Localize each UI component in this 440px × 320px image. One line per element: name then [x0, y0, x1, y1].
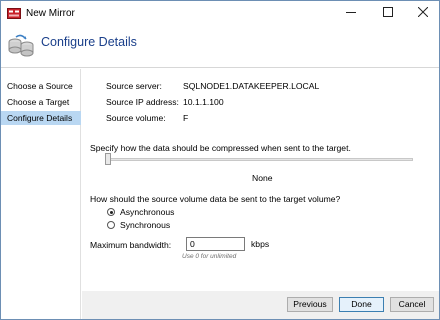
synchronous-label[interactable]: Synchronous — [120, 220, 170, 230]
compression-prompt: Specify how the data should be compresse… — [90, 143, 351, 153]
source-server-label: Source server: — [106, 81, 162, 91]
synchronous-radio[interactable] — [107, 221, 115, 229]
sidebar-item-choose-source[interactable]: Choose a Source — [1, 79, 81, 93]
compression-slider-track[interactable] — [106, 158, 413, 161]
source-volume-label: Source volume: — [106, 113, 166, 123]
app-icon — [7, 7, 21, 19]
max-bandwidth-input[interactable]: 0 — [186, 237, 245, 251]
mirror-volumes-icon — [7, 31, 35, 59]
compression-slider-thumb[interactable] — [105, 153, 111, 165]
asynchronous-radio[interactable] — [107, 208, 115, 216]
wizard-footer: Previous Done Cancel — [82, 291, 439, 319]
close-button[interactable] — [405, 1, 440, 25]
compression-value: None — [252, 173, 273, 183]
transfer-mode-prompt: How should the source volume data be sen… — [90, 194, 341, 204]
source-ip-value: 10.1.1.100 — [183, 97, 224, 107]
sidebar-item-choose-target[interactable]: Choose a Target — [1, 95, 81, 109]
done-button[interactable]: Done — [339, 297, 384, 312]
cancel-button[interactable]: Cancel — [390, 297, 434, 312]
source-ip-label: Source IP address: — [106, 97, 179, 107]
minimize-button[interactable] — [333, 1, 368, 25]
maximize-button[interactable] — [370, 1, 405, 25]
asynchronous-label[interactable]: Asynchronous — [120, 207, 174, 217]
sidebar-item-label: Choose a Source — [7, 81, 73, 91]
sidebar-item-configure-details[interactable]: Configure Details — [1, 111, 81, 125]
minimize-icon — [345, 7, 356, 19]
wizard-steps-sidebar: Choose a Source Choose a Target Configur… — [1, 69, 81, 319]
configure-details-panel: Source server: SQLNODE1.DATAKEEPER.LOCAL… — [82, 69, 439, 291]
title-bar[interactable]: New Mirror — [1, 1, 439, 27]
wizard-header: Configure Details — [1, 27, 439, 68]
source-volume-value: F — [183, 113, 189, 123]
sidebar-item-label: Configure Details — [7, 113, 73, 123]
window-title: New Mirror — [26, 8, 75, 19]
sidebar-item-label: Choose a Target — [7, 97, 70, 107]
close-icon — [417, 6, 428, 19]
bandwidth-hint: Use 0 for unlimited — [182, 253, 237, 260]
max-bandwidth-label: Maximum bandwidth: — [90, 240, 172, 250]
new-mirror-window: New Mirror Configure Details Choose a So… — [0, 0, 440, 320]
maximize-icon — [382, 7, 393, 19]
bandwidth-unit-label: kbps — [251, 239, 270, 249]
page-title: Configure Details — [41, 35, 137, 49]
previous-button[interactable]: Previous — [287, 297, 333, 312]
source-server-value: SQLNODE1.DATAKEEPER.LOCAL — [183, 81, 320, 91]
